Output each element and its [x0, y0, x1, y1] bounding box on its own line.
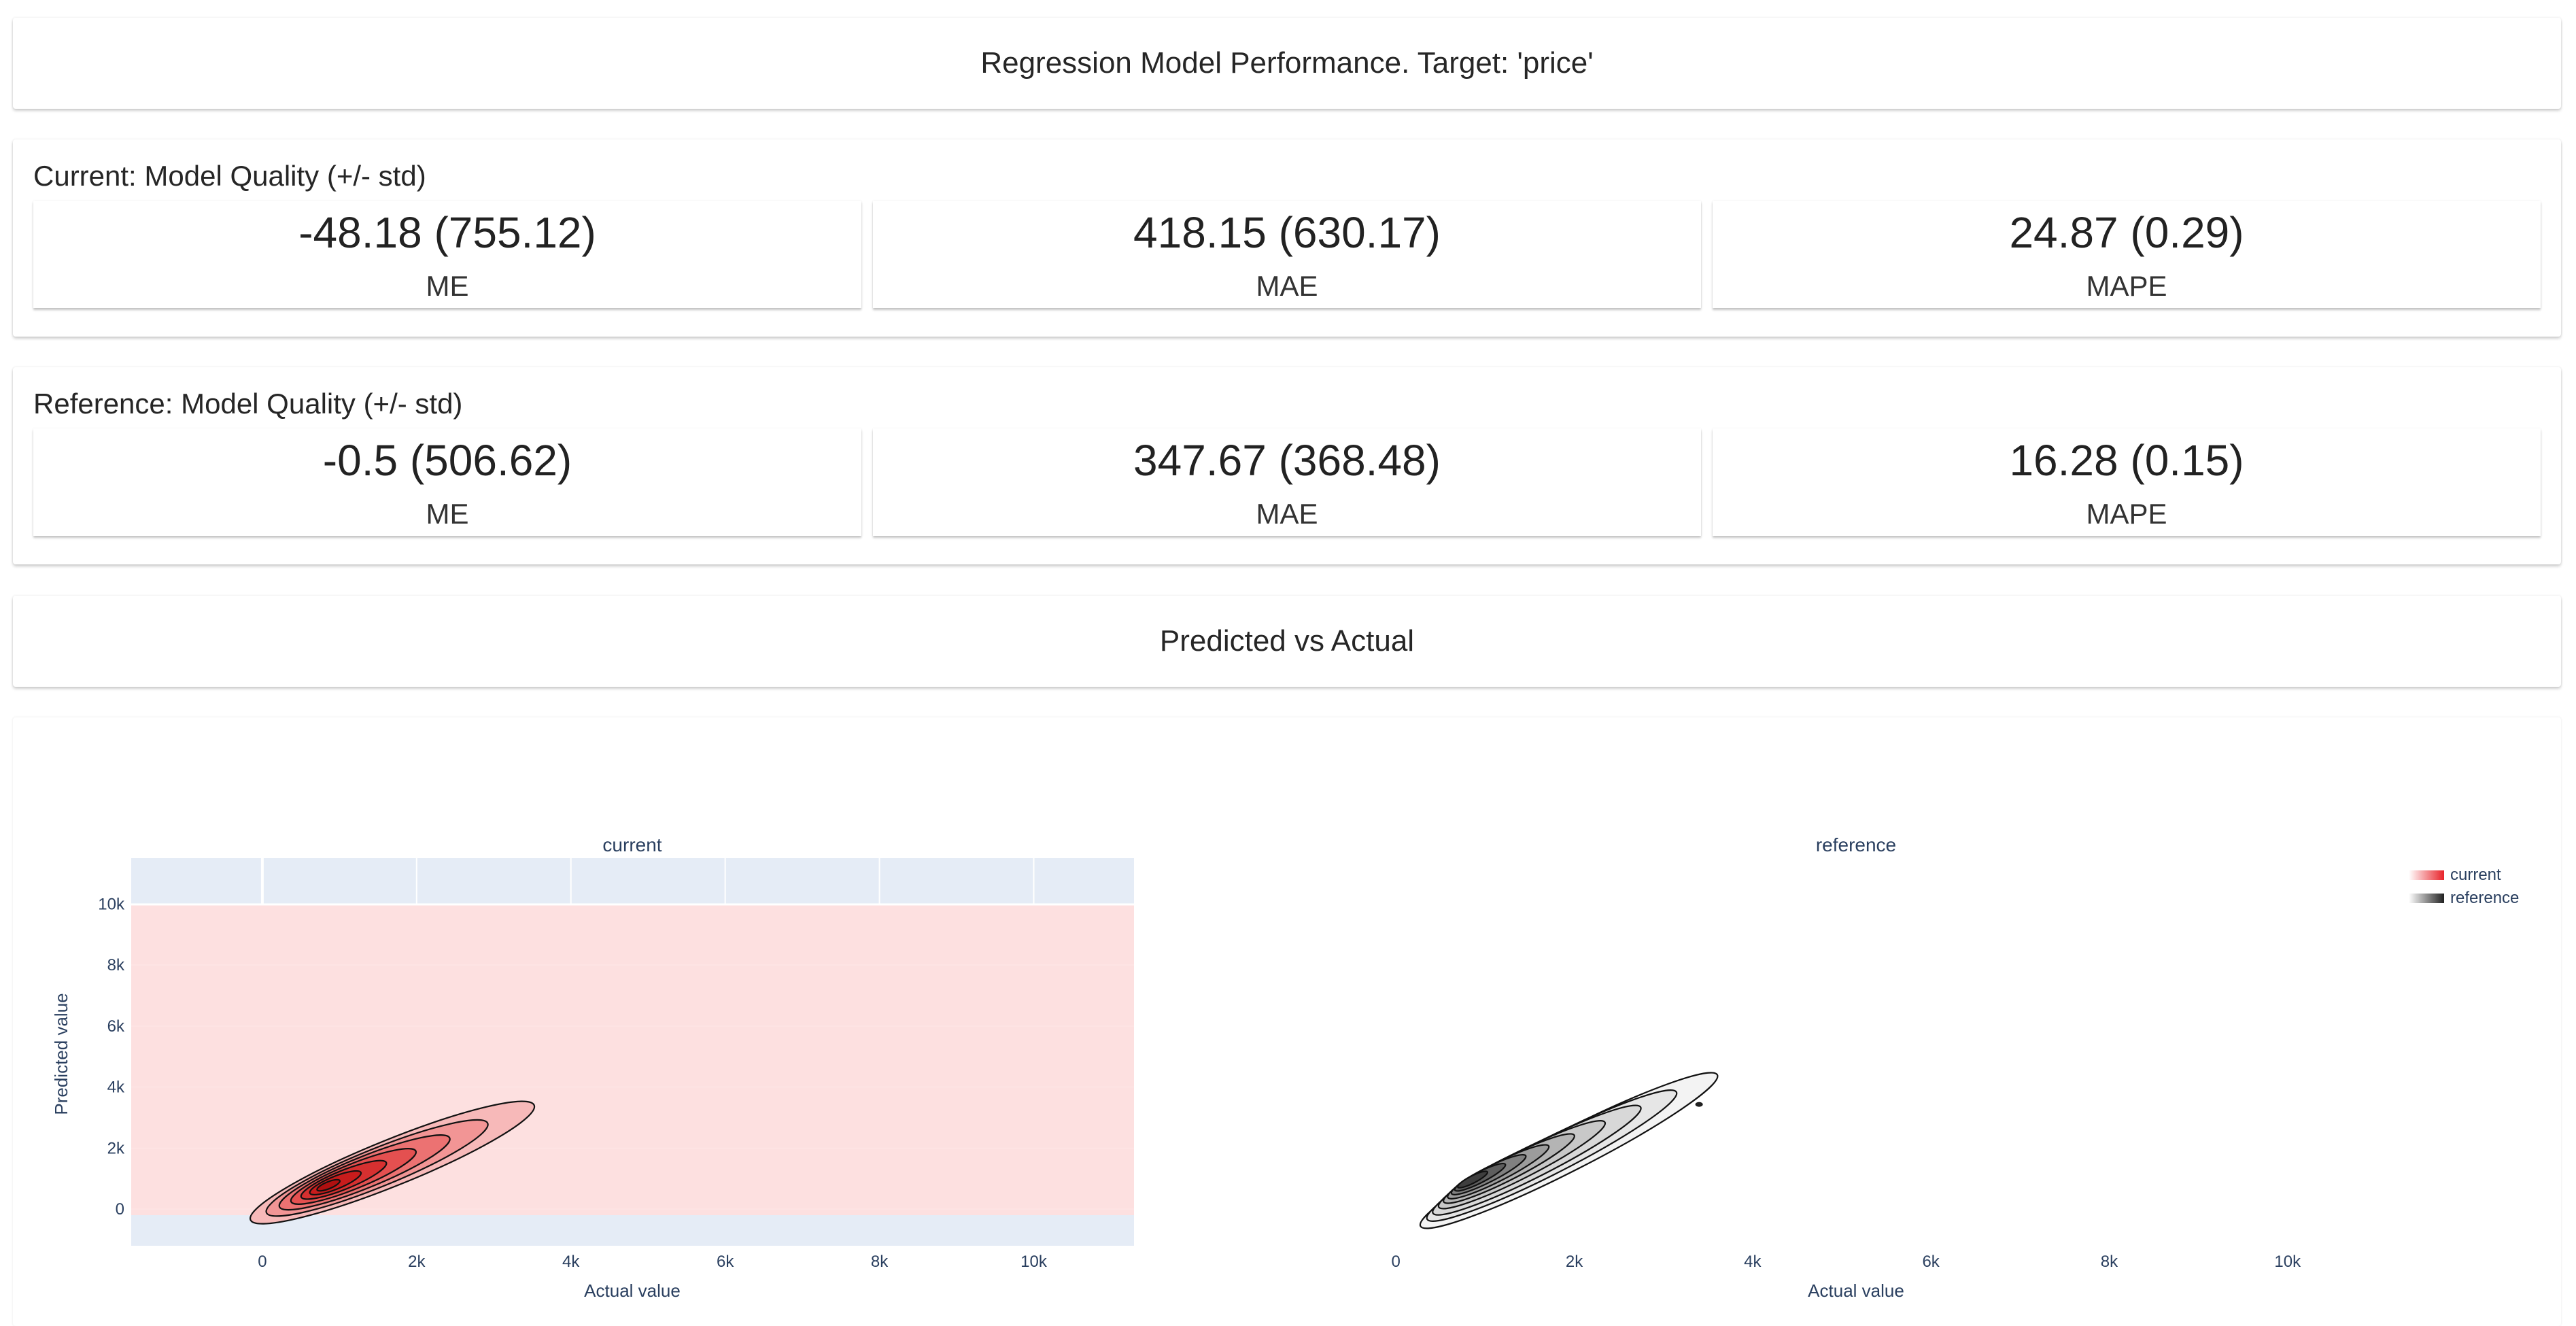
section-title: Predicted vs Actual — [1159, 624, 1415, 658]
y-tick-label: 4k — [107, 1078, 125, 1097]
x-tick-label: 10k — [2274, 1253, 2301, 1271]
current-me-metric: -48.18 (755.12) ME — [33, 201, 861, 308]
legend-label-current: current — [2450, 866, 2501, 884]
x-tick-label: 2k — [1566, 1253, 1583, 1271]
legend-label-reference: reference — [2450, 889, 2519, 907]
reference-subplot-title: reference — [1816, 834, 1896, 855]
report-header: Regression Model Performance. Target: 'p… — [13, 18, 2561, 109]
x-tick-label: 0 — [1392, 1253, 1401, 1271]
x-tick-label: 10k — [1020, 1253, 1048, 1271]
reference-mape-metric: 16.28 (0.15) MAPE — [1713, 428, 2541, 536]
current-x-axis-title: Actual value — [584, 1280, 681, 1301]
metric-value: 16.28 (0.15) — [2009, 436, 2244, 485]
y-tick-label: 0 — [116, 1200, 124, 1219]
x-tick-label: 8k — [871, 1253, 889, 1271]
report-title: Regression Model Performance. Target: 'p… — [980, 46, 1594, 80]
metric-value: 347.67 (368.48) — [1133, 436, 1441, 485]
metric-value: 24.87 (0.29) — [2009, 208, 2244, 257]
reference-mae-metric: 347.67 (368.48) MAE — [873, 428, 1701, 536]
metric-label: MAE — [1256, 270, 1318, 302]
current-fill-area — [131, 904, 1134, 1215]
current-y-axis-title: Predicted value — [51, 993, 71, 1115]
current-mape-metric: 24.87 (0.29) MAPE — [1713, 201, 2541, 308]
metric-label: MAPE — [2086, 498, 2167, 530]
legend-item-reference[interactable]: reference — [2409, 889, 2519, 907]
metric-value: -48.18 (755.12) — [298, 208, 596, 257]
x-tick-label: 4k — [562, 1253, 580, 1271]
reference-quality-title: Reference: Model Quality (+/- std) — [33, 388, 463, 420]
metric-label: ME — [426, 498, 469, 530]
reference-contour-blob — [1695, 1102, 1703, 1107]
x-tick-label: 4k — [1744, 1253, 1762, 1271]
plot-card: 0 2k 4k 6k 8k 10k 0 2k 4k 6k 8k 10k 0 2k 4k 6k 8k 10k cur… — [13, 717, 2561, 1326]
reference-quality-card: Reference: Model Quality (+/- std) -0.5 … — [13, 367, 2561, 564]
current-subplot-title: current — [602, 834, 662, 855]
y-tick-label: 8k — [107, 956, 125, 974]
x-tick-label: 2k — [408, 1253, 426, 1271]
y-tick-label: 6k — [107, 1017, 125, 1036]
legend-item-current[interactable]: current — [2409, 866, 2501, 884]
legend[interactable]: current reference — [2409, 866, 2519, 907]
reference-me-metric: -0.5 (506.62) ME — [33, 428, 861, 536]
legend-swatch-reference — [2409, 894, 2444, 903]
metric-value: 418.15 (630.17) — [1133, 208, 1441, 257]
predicted-vs-actual-chart[interactable]: 0 2k 4k 6k 8k 10k 0 2k 4k 6k 8k 10k 0 2k 4k 6k 8k 10k cur… — [13, 717, 2561, 1326]
legend-swatch-current — [2409, 870, 2444, 880]
x-tick-label: 0 — [258, 1253, 267, 1271]
y-tick-label: 2k — [107, 1139, 125, 1157]
x-tick-label: 8k — [2101, 1253, 2118, 1271]
metric-label: MAE — [1256, 498, 1318, 530]
section-header: Predicted vs Actual — [13, 596, 2561, 687]
current-mae-metric: 418.15 (630.17) MAE — [873, 201, 1701, 308]
current-quality-title: Current: Model Quality (+/- std) — [33, 160, 426, 192]
metric-value: -0.5 (506.62) — [322, 436, 572, 485]
current-quality-card: Current: Model Quality (+/- std) -48.18 … — [13, 139, 2561, 337]
metric-label: MAPE — [2086, 270, 2167, 302]
y-tick-label: 10k — [98, 895, 125, 913]
reference-contours — [1419, 1072, 1719, 1229]
metric-label: ME — [426, 270, 469, 302]
reference-x-axis-title: Actual value — [1808, 1280, 1904, 1301]
x-tick-label: 6k — [717, 1253, 734, 1271]
x-tick-label: 6k — [1922, 1253, 1940, 1271]
